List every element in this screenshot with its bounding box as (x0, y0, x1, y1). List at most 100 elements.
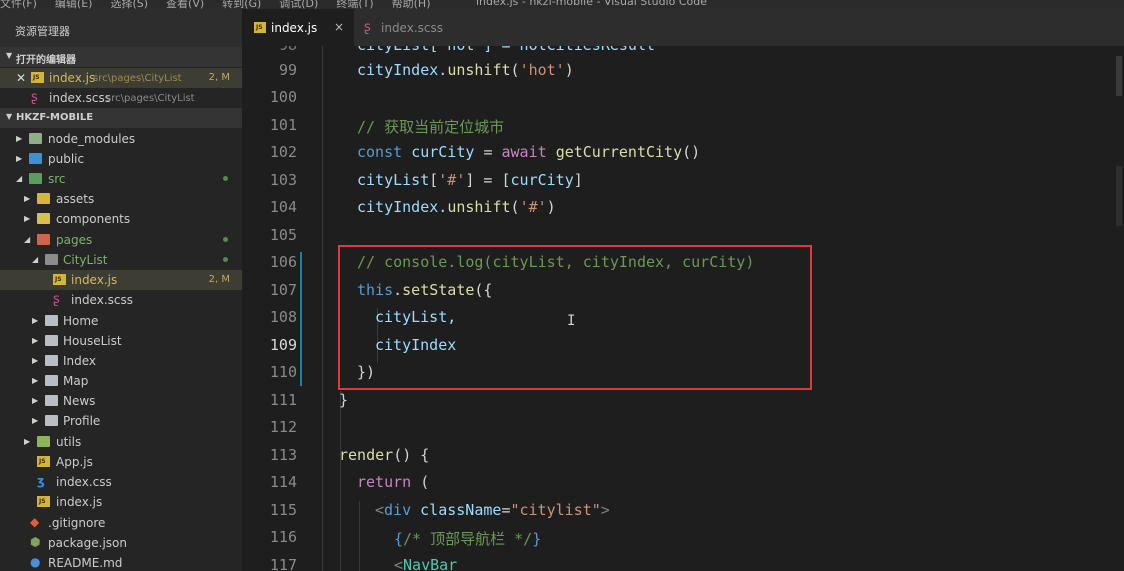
line-number: 116 (269, 528, 297, 546)
modified-dot-icon (223, 176, 228, 181)
menu-view[interactable]: 查看(V) (166, 0, 204, 9)
menu-selection[interactable]: 选择(S) (110, 0, 148, 9)
tree-item-profile[interactable]: ▶ Profile (0, 411, 242, 431)
tree-item-label: index.js (56, 495, 103, 509)
tree-item-home[interactable]: ▶ Home (0, 311, 242, 331)
editor-tab-bar: index.js × ʂ index.scss (242, 9, 1124, 46)
code-line: 111 } (242, 387, 1124, 414)
chevron-right-icon: ▶ (32, 416, 39, 425)
tree-item-label: pages (56, 233, 93, 247)
menu-terminal[interactable]: 终端(T) (336, 0, 373, 9)
git-status-badge: 2, M (208, 72, 230, 83)
tree-item-citylist-index-scss[interactable]: ʂ index.scss (0, 290, 242, 310)
code-line: 103 cityList['#'] = [curCity] (242, 167, 1124, 194)
tree-item-index-css[interactable]: ʒ index.css (0, 472, 242, 492)
tree-item-label: index.css (56, 475, 112, 489)
tree-item-readme[interactable]: ● README.md (0, 553, 242, 571)
tree-item-package-json[interactable]: ⬢ package.json (0, 533, 242, 553)
open-editor-item-index-js[interactable]: ✕ index.js src\pages\CityList 2, M (0, 68, 242, 88)
tree-item-public[interactable]: ▶ public (0, 149, 242, 169)
open-editor-path: src\pages\CityList (106, 93, 195, 104)
menu-help[interactable]: 帮助(H) (392, 0, 431, 9)
open-editors-section[interactable]: ▼ 打开的编辑器 (0, 47, 242, 67)
open-editor-path: src\pages\CityList (93, 73, 182, 84)
menu-debug[interactable]: 调试(D) (279, 0, 318, 9)
folder-open-icon (29, 173, 42, 184)
tree-item-citylist-index-js[interactable]: index.js 2, M (0, 270, 242, 290)
tree-item-map[interactable]: ▶ Map (0, 371, 242, 391)
chevron-right-icon: ▶ (32, 316, 39, 325)
tree-item-label: package.json (48, 536, 128, 550)
javascript-file-icon (31, 72, 44, 83)
code-line: 100 (242, 84, 1124, 111)
chevron-down-icon: ◢ (16, 174, 23, 183)
line-number: 113 (269, 446, 297, 464)
tree-item-label: node_modules (48, 132, 136, 146)
tree-item-pages[interactable]: ◢ pages (0, 230, 242, 250)
folder-icon (37, 436, 50, 447)
title-bar: 文件(F) 编辑(E) 选择(S) 查看(V) 转到(G) 调试(D) 终端(T) 帮助(H)… (0, 0, 1124, 9)
code-line: 112 (242, 414, 1124, 441)
line-number: 103 (269, 171, 297, 189)
modified-dot-icon (223, 257, 228, 262)
tree-item-label: assets (56, 192, 95, 206)
sass-file-icon: ʂ (31, 90, 38, 105)
line-number: 115 (269, 501, 297, 519)
line-number: 107 (269, 281, 297, 299)
open-editor-name: index.scss (49, 91, 111, 105)
tree-item-index[interactable]: ▶ Index (0, 351, 242, 371)
menu-bar[interactable]: 文件(F) 编辑(E) 选择(S) 查看(V) 转到(G) 调试(D) 终端(T) 帮助(H) (0, 0, 449, 9)
tree-item-label: .gitignore (48, 516, 106, 530)
tree-item-app-js[interactable]: App.js (0, 452, 242, 472)
explorer-sidebar: 资源管理器 ▼ 打开的编辑器 ✕ index.js src\pages\City… (0, 9, 242, 571)
tree-item-news[interactable]: ▶ News (0, 391, 242, 411)
tree-item-label: components (56, 212, 131, 226)
code-text: const curCity = await getCurrentCity() (357, 143, 701, 161)
javascript-file-icon (37, 456, 50, 467)
chevron-right-icon: ▶ (32, 336, 39, 345)
tree-item-houselist[interactable]: ▶ HouseList (0, 331, 242, 351)
tab-index-scss[interactable]: ʂ index.scss (354, 9, 466, 46)
code-line: 113 render() { (242, 442, 1124, 469)
sass-file-icon: ʂ (53, 292, 60, 307)
code-line: 115 <div className="citylist"> (242, 497, 1124, 524)
tree-item-assets[interactable]: ▶ assets (0, 189, 242, 209)
tab-label: index.js (271, 21, 318, 35)
tab-index-js[interactable]: index.js × (242, 9, 354, 46)
chevron-down-icon: ▼ (6, 51, 13, 60)
git-icon: ◆ (30, 515, 40, 529)
tree-item-components[interactable]: ▶ components (0, 209, 242, 229)
tree-item-label: Home (63, 314, 99, 328)
folder-icon (45, 415, 58, 426)
menu-edit[interactable]: 编辑(E) (55, 0, 93, 9)
line-number: 110 (269, 363, 297, 381)
open-editor-item-index-scss[interactable]: ʂ index.scss src\pages\CityList (0, 88, 242, 108)
open-editors-label: 打开的编辑器 (16, 55, 76, 66)
tree-item-citylist[interactable]: ◢ CityList (0, 250, 242, 270)
tree-item-gitignore[interactable]: ◆ .gitignore (0, 513, 242, 533)
tree-item-root-index-js[interactable]: index.js (0, 492, 242, 512)
tree-item-utils[interactable]: ▶ utils (0, 432, 242, 452)
menu-go[interactable]: 转到(G) (222, 0, 261, 9)
tree-item-label: HouseList (63, 334, 122, 348)
code-line: 101 // 获取当前定位城市 (242, 112, 1124, 139)
folder-icon (37, 193, 50, 204)
close-icon[interactable]: ✕ (16, 71, 26, 85)
code-text: return ( (357, 473, 430, 491)
folder-icon (37, 213, 50, 224)
code-line: 116 {/* 顶部导航栏 */} (242, 524, 1124, 551)
minimap[interactable] (1114, 46, 1124, 571)
close-icon[interactable]: × (334, 20, 344, 34)
folder-icon (45, 395, 58, 406)
tree-item-src[interactable]: ◢ src (0, 169, 242, 189)
code-line: 99 cityIndex.unshift('hot') (242, 57, 1124, 84)
javascript-file-icon (37, 496, 50, 507)
tree-item-label: public (48, 152, 85, 166)
project-section[interactable]: ▼ HKZF-MOBILE (0, 108, 242, 128)
tree-item-node-modules[interactable]: ▶ node_modules (0, 129, 242, 149)
tree-item-label: utils (56, 435, 82, 449)
folder-icon (45, 335, 58, 346)
menu-file[interactable]: 文件(F) (0, 0, 37, 9)
tree-item-label: README.md (48, 556, 123, 570)
code-line: 117 <NavBar (242, 552, 1124, 571)
